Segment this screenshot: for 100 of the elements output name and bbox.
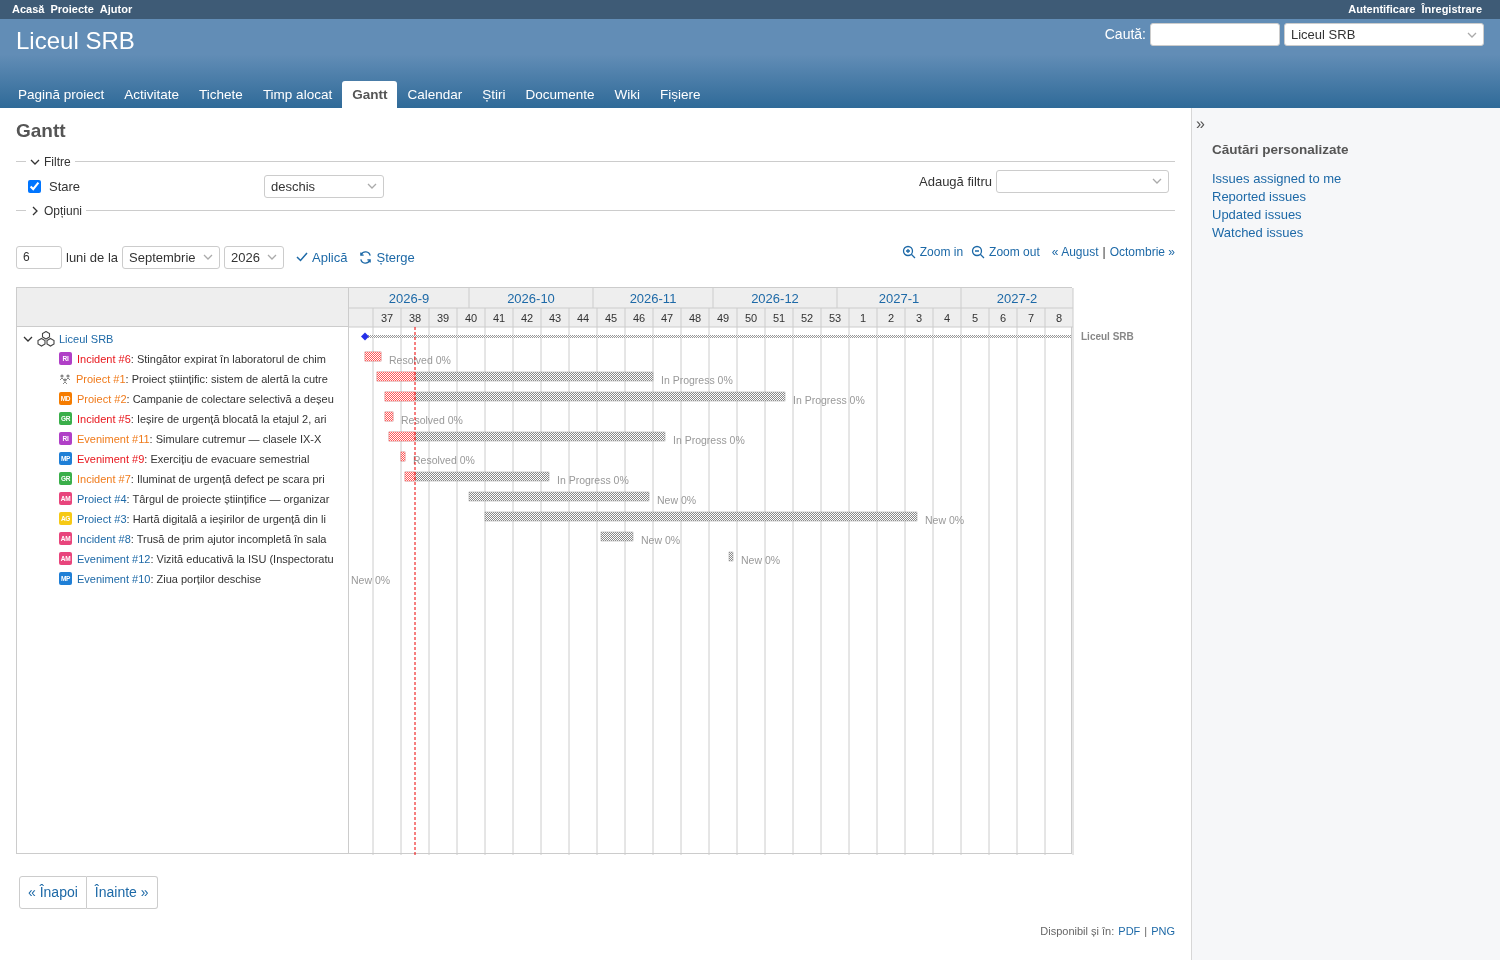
- week-label: 47: [660, 311, 674, 324]
- week-label: 53: [828, 311, 842, 324]
- week-label: 1: [859, 311, 867, 324]
- week-label: 43: [548, 311, 562, 324]
- status-label: Resolved 0%: [413, 453, 475, 466]
- week-label: 38: [408, 311, 422, 324]
- week-label: 7: [1027, 311, 1035, 324]
- year-select[interactable]: 2026: [224, 245, 285, 269]
- week-label: 4: [943, 311, 951, 324]
- nav-tab[interactable]: Timp alocat: [252, 80, 343, 108]
- month-link[interactable]: 2027-2: [996, 290, 1038, 306]
- issue-link[interactable]: Incident #6: [77, 352, 131, 365]
- fieldset-toggle[interactable]: Filtre: [30, 152, 71, 171]
- week-label: 40: [464, 311, 478, 324]
- month-link[interactable]: 2026-12: [751, 290, 799, 306]
- week-label: 37: [380, 311, 394, 324]
- week-label: 45: [604, 311, 618, 324]
- saved-query-link[interactable]: Reported issues: [1212, 188, 1480, 207]
- clear-link[interactable]: Șterge: [359, 247, 415, 268]
- week-label: 8: [1055, 311, 1063, 324]
- status-label: New 0%: [741, 553, 781, 566]
- fieldset-toggle[interactable]: Opțiuni: [30, 201, 83, 220]
- saved-query-link[interactable]: Updated issues: [1212, 206, 1480, 225]
- week-label: 6: [999, 311, 1007, 324]
- menu-link[interactable]: Proiecte: [50, 3, 94, 16]
- issue-subject: Proiect #3: Hartă digitală a ieșirilor de urgență din li: [77, 511, 326, 527]
- sidebar-toggle[interactable]: »: [1196, 116, 1480, 132]
- month-link[interactable]: 2026-11: [629, 290, 677, 306]
- project-select[interactable]: Liceul SRB: [1284, 23, 1484, 46]
- issue-subject: Eveniment #11: Simulare cutremur — clasele IX-X: [77, 431, 322, 447]
- week-label: 2: [887, 311, 895, 324]
- months-field[interactable]: 6: [16, 245, 62, 269]
- issue-subject: Proiect #2: Campanie de colectare selectivă a deșeu: [77, 391, 334, 407]
- project-title: Liceul SRB: [16, 27, 135, 56]
- month-link[interactable]: 2026-10: [507, 290, 555, 306]
- project-label: Liceul SRB: [1081, 330, 1134, 342]
- issue-subject: Proiect #4: Târgul de proiecte științifice — organizar: [77, 491, 330, 507]
- status-label: New 0%: [351, 573, 391, 586]
- issue-subject: Incident #8: Trusă de prim ajutor incompletă în sala: [77, 531, 327, 547]
- export-link[interactable]: PNG: [1151, 922, 1175, 940]
- months-label: luni de la: [66, 248, 119, 267]
- status-label: In Progress 0%: [673, 433, 745, 446]
- issue-subject: Incident #5: Ieșire de urgență blocată la etajul 2, ari: [77, 411, 327, 427]
- nav-tab[interactable]: Pagină proiect: [8, 80, 115, 108]
- status-label: In Progress 0%: [661, 373, 733, 386]
- nav-tab[interactable]: Tichete: [189, 80, 253, 108]
- zoom-out-link[interactable]: Zoom out: [971, 243, 1040, 262]
- month-link[interactable]: 2027-1: [878, 290, 920, 306]
- nav-tab[interactable]: Activitate: [114, 80, 190, 108]
- issue-subject: Proiect #1: Proiect științific: sistem de alertă la cutre: [76, 371, 328, 387]
- nav-tab[interactable]: Documente: [515, 80, 605, 108]
- page-title: Gantt: [16, 120, 67, 143]
- issue-subject: Incident #7: Iluminat de urgență defect pe scara pri: [77, 471, 325, 487]
- week-label: 5: [971, 311, 979, 324]
- issue-subject: Eveniment #9: Exercițiu de evacuare semestrial: [77, 451, 310, 467]
- export-link[interactable]: PDF: [1118, 922, 1141, 940]
- week-label: 42: [520, 311, 534, 324]
- zoom-in-link[interactable]: Zoom in: [901, 243, 964, 262]
- issue-link[interactable]: Proiect #3: [77, 512, 127, 525]
- previous-link[interactable]: « Înapoi: [19, 875, 87, 909]
- menu-link[interactable]: Ajutor: [99, 3, 133, 16]
- sidebar-title: Căutări personalizate: [1212, 142, 1350, 159]
- week-label: 41: [492, 311, 506, 324]
- week-label: 52: [800, 311, 814, 324]
- status-label: Resolved 0%: [401, 413, 463, 426]
- add-filter-label: Adaugă filtru: [919, 172, 992, 191]
- menu-link[interactable]: Acasă: [12, 3, 45, 16]
- nav-tab[interactable]: Știri: [472, 80, 516, 108]
- issue-subject: Incident #6: Stingător expirat în laboratorul de chim: [77, 351, 326, 367]
- separator: |: [1144, 923, 1148, 939]
- status-label: In Progress 0%: [557, 473, 629, 486]
- next-month-link[interactable]: Octombrie »: [1109, 243, 1175, 262]
- issue-link[interactable]: Incident #5: [77, 412, 131, 425]
- week-label: 51: [772, 311, 786, 324]
- nav-tab[interactable]: Gantt: [342, 80, 398, 108]
- operator-select[interactable]: deschis: [264, 174, 384, 198]
- nav-tab[interactable]: Fișiere: [650, 80, 711, 108]
- issue-link[interactable]: Incident #8: [77, 532, 131, 545]
- nav-tab[interactable]: Calendar: [397, 80, 473, 108]
- next-link[interactable]: Înainte »: [86, 875, 158, 909]
- status-label: New 0%: [657, 493, 697, 506]
- previous-month-link[interactable]: « August: [1051, 243, 1099, 262]
- week-label: 44: [576, 311, 590, 324]
- week-label: 49: [716, 311, 730, 324]
- status-label: New 0%: [925, 513, 965, 526]
- saved-query-link[interactable]: Watched issues: [1212, 224, 1480, 243]
- search-label: Caută:: [1104, 25, 1146, 44]
- status-label: Resolved 0%: [389, 353, 451, 366]
- menu-link[interactable]: Înregistrare: [1421, 3, 1482, 16]
- status-label: In Progress 0%: [793, 393, 865, 406]
- apply-link[interactable]: Aplică: [296, 247, 348, 268]
- status-label: New 0%: [641, 533, 681, 546]
- project-link[interactable]: Liceul SRB: [23, 330, 114, 348]
- export-label: Disponibil și în:: [1040, 923, 1115, 939]
- saved-query-link[interactable]: Issues assigned to me: [1212, 170, 1480, 189]
- month-link[interactable]: 2026-9: [388, 290, 430, 306]
- nav-tab[interactable]: Wiki: [604, 80, 650, 108]
- month-select[interactable]: Septembrie: [122, 245, 221, 269]
- issue-link[interactable]: Proiect #4: [77, 492, 127, 505]
- menu-link[interactable]: Autentificare: [1348, 3, 1416, 16]
